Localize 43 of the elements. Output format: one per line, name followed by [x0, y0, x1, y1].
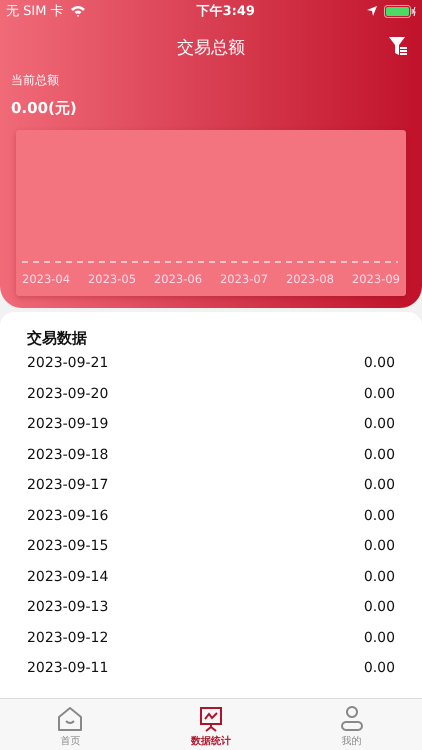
date-text: 2023-09-16: [27, 508, 108, 524]
date-text: 2023-09-20: [27, 386, 108, 402]
page-title: 交易总额: [177, 36, 245, 58]
date-text: 2023-09-12: [27, 630, 108, 646]
x-axis-label: 2023-09: [352, 272, 400, 286]
wifi-icon: [70, 5, 86, 17]
date-text: 2023-09-15: [27, 538, 108, 554]
date-text: 2023-09-11: [27, 660, 108, 676]
tab[interactable]: 首页: [0, 699, 141, 750]
date-text: 2023-09-17: [27, 477, 108, 494]
carrier-label: 无 SIM 卡: [6, 3, 64, 20]
amount-text: 0.00: [364, 599, 395, 616]
status-time: 下午3:49: [196, 3, 256, 20]
total-label: 当前总额: [11, 72, 60, 89]
amount-text: 0.00: [364, 568, 395, 585]
section-title: 交易数据: [27, 328, 88, 348]
x-axis-label: 2023-05: [88, 272, 136, 286]
battery-icon: [384, 4, 416, 18]
filter-icon[interactable]: [388, 36, 408, 56]
date-text: 2023-09-14: [27, 568, 108, 585]
amount-text: 0.00: [364, 416, 395, 432]
tab[interactable]: 我的: [281, 699, 422, 750]
amount-text: 0.00: [364, 630, 395, 646]
amount-text: 0.00: [364, 660, 395, 676]
x-axis-label: 2023-04: [22, 272, 70, 286]
amount-text: 0.00: [364, 386, 395, 402]
total-value: 0.00(元): [11, 99, 78, 118]
amount-text: 0.00: [364, 477, 395, 494]
home-icon: [56, 705, 84, 733]
x-axis-label: 2023-08: [286, 272, 334, 286]
location-icon: [366, 5, 378, 17]
x-axis-label: 2023-07: [220, 272, 268, 286]
date-text: 2023-09-19: [27, 416, 108, 432]
x-axis-label: 2023-06: [154, 272, 202, 286]
presentation-chart-icon: [197, 705, 225, 733]
date-text: 2023-09-21: [27, 355, 108, 372]
date-text: 2023-09-13: [27, 599, 108, 616]
amount-text: 0.00: [364, 446, 395, 463]
date-text: 2023-09-18: [27, 446, 108, 463]
amount-text: 0.00: [364, 355, 395, 372]
tab[interactable]: 数据统计: [140, 699, 282, 750]
amount-text: 0.00: [364, 538, 395, 554]
amount-text: 0.00: [364, 508, 395, 524]
